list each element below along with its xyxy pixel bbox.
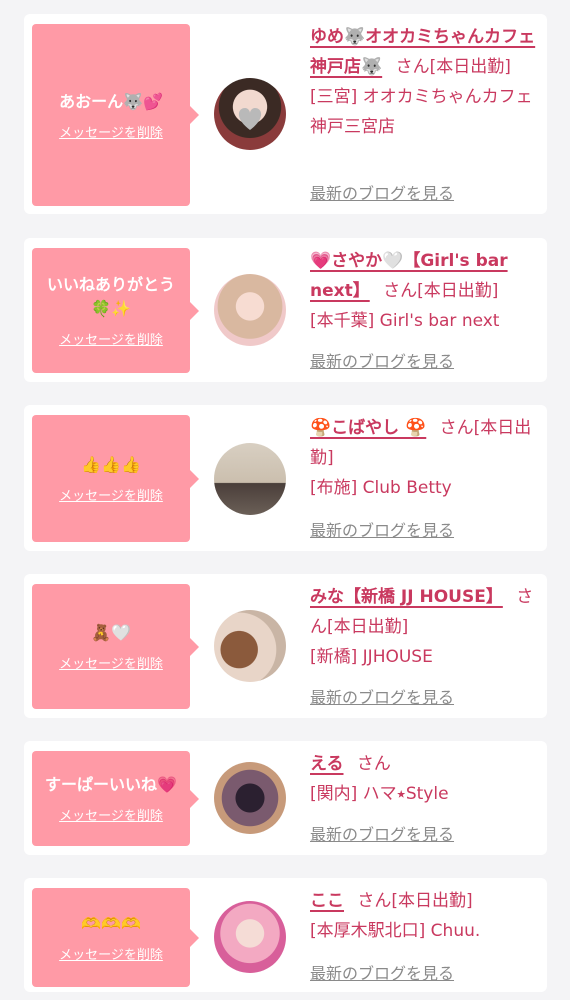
cast-card: 👍👍👍 メッセージを削除 🍄こばやし 🍄 さん[本日出勤] [布施] Club … xyxy=(24,405,547,551)
latest-blog-link[interactable]: 最新のブログを見る xyxy=(310,821,454,845)
status-text: [本日出勤] xyxy=(391,891,473,911)
favorite-cast-list: あおーん🐺💕 メッセージを削除 ゆめ🐺オオカミちゃんカフェ神戸店🐺 さん[本日出… xyxy=(0,0,570,1000)
cast-card: 🫶🫶🫶 メッセージを削除 ここ さん[本日出勤] [本厚木駅北口] Chuu. … xyxy=(24,878,547,992)
status-text: [本日出勤] xyxy=(417,281,499,301)
latest-blog-link[interactable]: 最新のブログを見る xyxy=(310,684,454,708)
cast-name-link[interactable]: 🍄こばやし 🍄 xyxy=(310,418,426,438)
message-bubble: 🧸🤍 メッセージを削除 xyxy=(32,584,199,709)
delete-message-link[interactable]: メッセージを削除 xyxy=(59,805,163,824)
message-text: いいねありがとう🍀✨ xyxy=(46,275,175,318)
shop-text: [三宮] オオカミちゃんカフェ神戸三宮店 xyxy=(310,87,533,137)
cast-card: あおーん🐺💕 メッセージを削除 ゆめ🐺オオカミちゃんカフェ神戸店🐺 さん[本日出… xyxy=(24,14,547,214)
cast-info: える さん [関内] ハマ⭑Style xyxy=(310,749,540,809)
message-text: 🧸🤍 xyxy=(91,623,131,642)
shop-text: [本厚木駅北口] Chuu. xyxy=(310,921,481,941)
latest-blog-link[interactable]: 最新のブログを見る xyxy=(310,348,454,372)
avatar[interactable] xyxy=(214,762,286,834)
shop-text: [新橋] JJHOUSE xyxy=(310,647,433,667)
shop-text: [本千葉] Girl's bar next xyxy=(310,311,500,331)
message-text: 🫶🫶🫶 xyxy=(81,914,141,933)
avatar[interactable] xyxy=(214,78,286,150)
cast-name-link[interactable]: える xyxy=(310,754,344,774)
cast-name-link[interactable]: ここ xyxy=(310,891,344,911)
cast-name-link[interactable]: みな【新橋 JJ HOUSE】 xyxy=(310,587,503,607)
honorific: さん xyxy=(383,281,418,301)
avatar[interactable] xyxy=(214,274,286,346)
message-bubble: すーぱーいいね💗 メッセージを削除 xyxy=(32,751,199,846)
delete-message-link[interactable]: メッセージを削除 xyxy=(59,329,163,348)
message-bubble: 👍👍👍 メッセージを削除 xyxy=(32,415,199,542)
honorific: さん xyxy=(356,754,391,774)
message-text: すーぱーいいね💗 xyxy=(45,775,177,794)
latest-blog-link[interactable]: 最新のブログを見る xyxy=(310,960,454,984)
delete-message-link[interactable]: メッセージを削除 xyxy=(59,485,163,504)
latest-blog-link[interactable]: 最新のブログを見る xyxy=(310,180,454,204)
delete-message-link[interactable]: メッセージを削除 xyxy=(59,122,163,141)
status-text: [本日出勤] xyxy=(327,617,409,637)
shop-text: [関内] ハマ⭑Style xyxy=(310,784,449,804)
cast-info: 💗さやか🤍【Girl's bar next】 さん[本日出勤] [本千葉] Gi… xyxy=(310,246,540,336)
cast-info: 🍄こばやし 🍄 さん[本日出勤] [布施] Club Betty xyxy=(310,413,540,503)
message-bubble: いいねありがとう🍀✨ メッセージを削除 xyxy=(32,248,199,373)
delete-message-link[interactable]: メッセージを削除 xyxy=(59,653,163,672)
message-text: あおーん🐺💕 xyxy=(59,91,163,111)
shop-text: [布施] Club Betty xyxy=(310,478,452,498)
avatar[interactable] xyxy=(214,443,286,515)
avatar[interactable] xyxy=(214,610,286,682)
cast-info: ここ さん[本日出勤] [本厚木駅北口] Chuu. xyxy=(310,886,540,946)
honorific: さん xyxy=(395,57,430,77)
cast-card: いいねありがとう🍀✨ メッセージを削除 💗さやか🤍【Girl's bar nex… xyxy=(24,238,547,382)
status-text: [本日出勤] xyxy=(429,57,511,77)
delete-message-link[interactable]: メッセージを削除 xyxy=(59,944,163,963)
message-bubble: あおーん🐺💕 メッセージを削除 xyxy=(32,24,199,206)
message-text: 👍👍👍 xyxy=(81,455,141,474)
latest-blog-link[interactable]: 最新のブログを見る xyxy=(310,517,454,541)
honorific: さん xyxy=(357,891,392,911)
cast-card: すーぱーいいね💗 メッセージを削除 える さん [関内] ハマ⭑Style 最新… xyxy=(24,741,547,855)
honorific: さん xyxy=(439,418,474,438)
avatar[interactable] xyxy=(214,901,286,973)
cast-card: 🧸🤍 メッセージを削除 みな【新橋 JJ HOUSE】 さん[本日出勤] [新橋… xyxy=(24,574,547,718)
message-bubble: 🫶🫶🫶 メッセージを削除 xyxy=(32,888,199,987)
cast-info: ゆめ🐺オオカミちゃんカフェ神戸店🐺 さん[本日出勤] [三宮] オオカミちゃんカ… xyxy=(310,22,540,142)
cast-info: みな【新橋 JJ HOUSE】 さん[本日出勤] [新橋] JJHOUSE xyxy=(310,582,540,672)
heart-sticker-icon xyxy=(238,108,262,130)
